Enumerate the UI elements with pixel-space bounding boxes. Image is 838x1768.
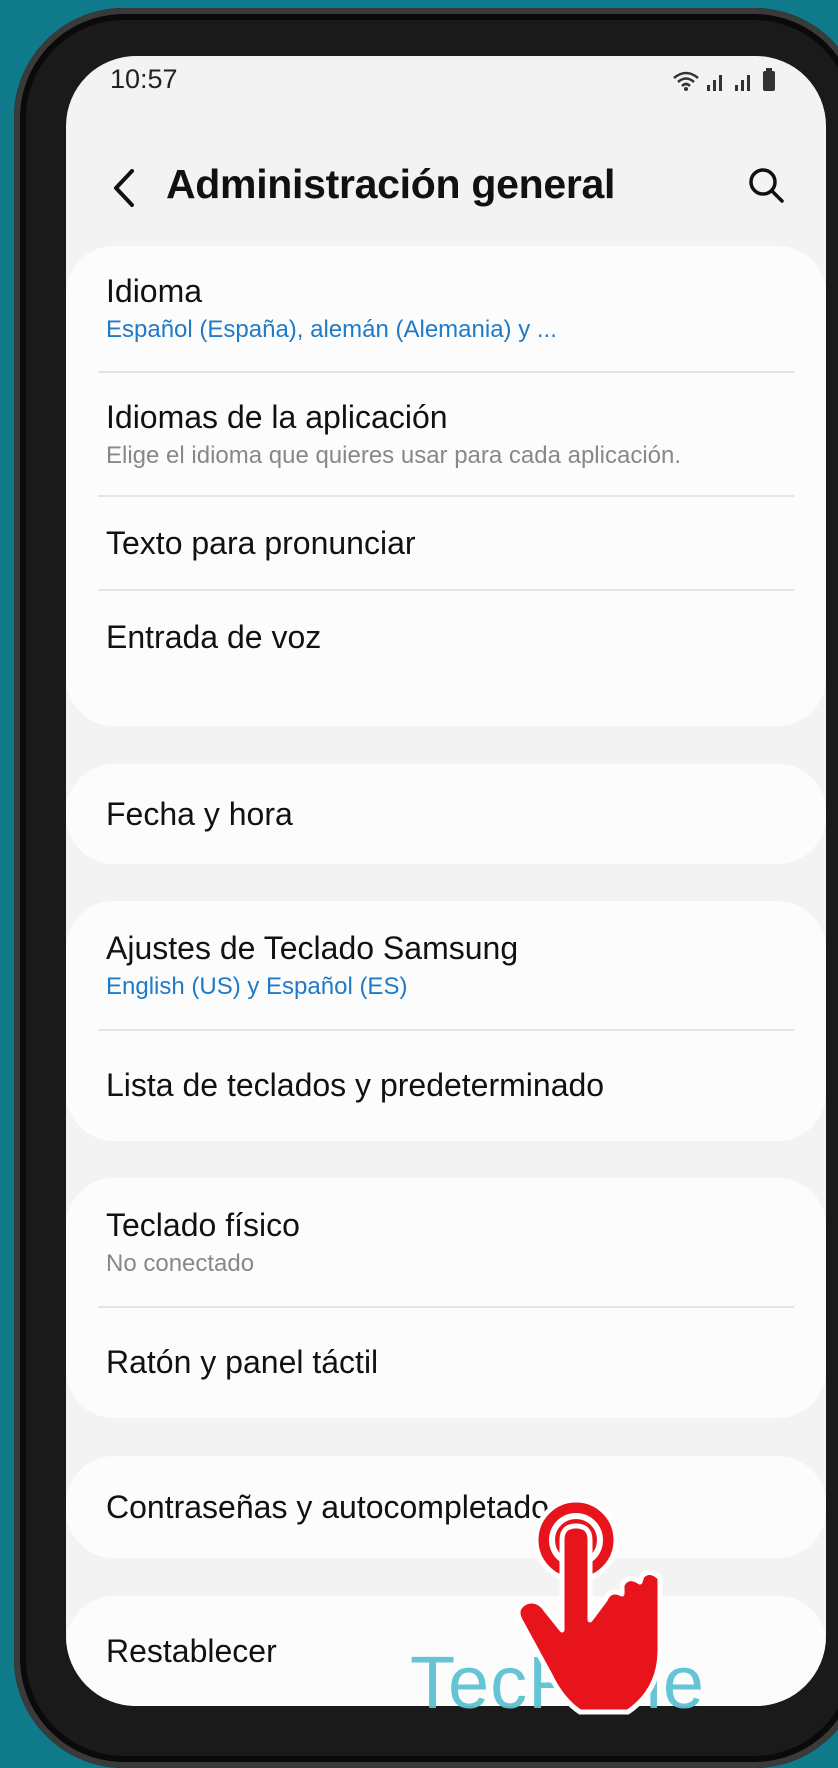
signal-icon-2 [735,75,750,91]
settings-group-physical: Teclado físico No conectado Ratón y pane… [66,1178,826,1418]
tap-hand-icon [515,1497,663,1715]
app-header: Administración general [66,151,826,231]
status-time: 10:57 [110,64,178,94]
setting-title: Lista de teclados y predeterminado [106,1066,605,1103]
setting-passwords-autofill[interactable]: Contraseñas y autocompletado [66,1456,826,1558]
setting-title: Ratón y panel táctil [106,1343,379,1380]
setting-samsung-keyboard[interactable]: Ajustes de Teclado Samsung English (US) … [66,901,826,1029]
screen: 10:57 Administración general Idioma Espa… [66,56,826,1706]
setting-title: Entrada de voz [106,618,322,655]
setting-voice-input[interactable]: Entrada de voz [66,591,826,683]
setting-subtitle: Español (España), alemán (Alemania) y ..… [106,316,557,343]
setting-title: Ajustes de Teclado Samsung [106,929,519,966]
setting-physical-keyboard[interactable]: Teclado físico No conectado [66,1178,826,1306]
setting-idioma[interactable]: Idioma Español (España), alemán (Alemani… [66,246,826,371]
settings-group-passwords: Contraseñas y autocompletado [66,1456,826,1558]
setting-title: Idioma [106,273,203,309]
signal-icon [707,75,722,91]
setting-app-languages[interactable]: Idiomas de la aplicación Elige el idioma… [66,373,826,495]
setting-subtitle: Elige el idioma que quieres usar para ca… [106,441,682,469]
battery-icon [763,68,775,91]
wifi-icon [673,71,699,91]
setting-title: Fecha y hora [106,795,293,832]
setting-text-to-speech[interactable]: Texto para pronunciar [66,497,826,589]
setting-title: Teclado físico [106,1206,300,1243]
settings-group-datetime: Fecha y hora [66,764,826,864]
back-icon[interactable] [104,163,144,213]
status-icons [672,68,776,92]
setting-title: Contraseñas y autocompletado [106,1488,549,1525]
setting-subtitle: No conectado [106,1249,255,1277]
phone-frame: 10:57 Administración general Idioma Espa… [14,8,838,1768]
search-icon[interactable] [742,161,792,211]
setting-title: Texto para pronunciar [106,524,416,561]
setting-date-time[interactable]: Fecha y hora [66,764,826,864]
setting-keyboard-list[interactable]: Lista de teclados y predeterminado [66,1031,826,1139]
page-title: Administración general [166,161,616,207]
setting-subtitle: English (US) y Español (ES) [106,972,408,1000]
settings-group-language: Idioma Español (España), alemán (Alemani… [66,246,826,726]
setting-title: Idiomas de la aplicación [106,398,448,435]
status-bar: 10:57 [66,56,826,106]
settings-group-keyboard: Ajustes de Teclado Samsung English (US) … [66,901,826,1141]
setting-mouse-trackpad[interactable]: Ratón y panel táctil [66,1308,826,1416]
